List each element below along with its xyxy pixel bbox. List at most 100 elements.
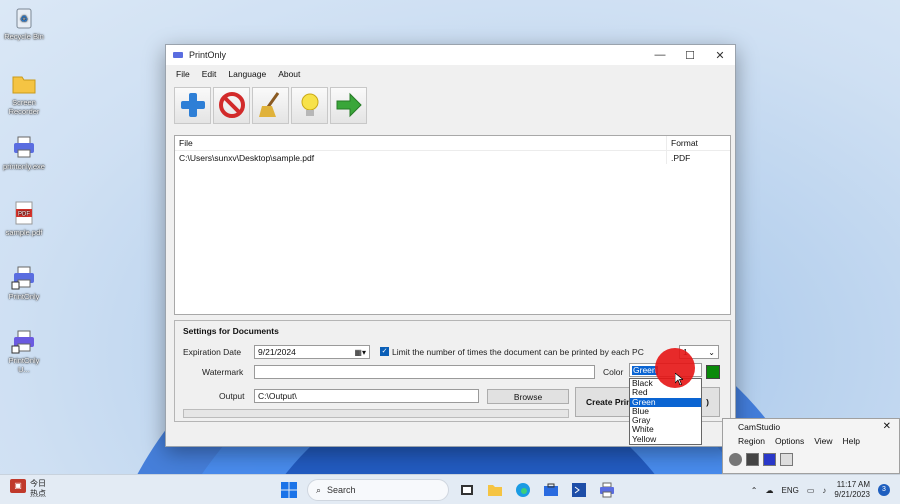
watermark-label: Watermark [202, 367, 244, 377]
clear-button[interactable] [252, 86, 289, 124]
desktop-icon-label: Screen Recorder [8, 98, 40, 116]
column-file[interactable]: File [175, 138, 666, 148]
language-indicator[interactable]: ENG [782, 486, 799, 495]
close-button[interactable]: ✕ [705, 45, 735, 65]
svg-text:PDF: PDF [18, 212, 30, 218]
folder-icon [12, 76, 36, 94]
color-label: Color [603, 367, 624, 377]
menu-language[interactable]: Language [222, 69, 272, 79]
plus-icon [180, 93, 205, 117]
annotate-icon[interactable] [780, 453, 793, 466]
desktop-icon-label: PrintOnly U... [8, 356, 40, 374]
clock[interactable]: 11:17 AM 9/21/2023 [834, 480, 870, 500]
tips-button[interactable] [291, 86, 328, 124]
file-explorer-icon[interactable] [485, 480, 505, 500]
file-list[interactable]: File Format C:\Users\sunxv\Desktop\sampl… [174, 135, 731, 315]
expiration-label: Expiration Date [183, 347, 242, 357]
maximize-button[interactable]: ☐ [675, 45, 705, 65]
weather-icon: ▣ [10, 479, 26, 493]
store-icon[interactable] [541, 480, 561, 500]
calendar-dropdown-icon[interactable]: ▦▾ [354, 348, 366, 357]
desktop-icon-label: PrintOnly [8, 292, 40, 301]
lightbulb-icon [301, 93, 318, 116]
window-title: PrintOnly [189, 50, 227, 60]
output-path-input[interactable]: C:\Output\ [254, 389, 479, 403]
desktop-icon-sample-pdf[interactable]: PDF sample.pdf [2, 200, 46, 237]
color-select-value: Green [632, 365, 658, 375]
menu-file[interactable]: File [170, 69, 196, 79]
taskbar-search[interactable]: ⌕ Search [307, 479, 449, 501]
taskbar-center: ⌕ Search [279, 479, 617, 501]
printer-shortcut-icon [11, 330, 34, 354]
desktop-icon-label: sample.pdf [5, 228, 43, 237]
desktop-icon-label: printonly.exe [3, 162, 45, 171]
search-icon: ⌕ [316, 484, 322, 495]
output-label: Output [219, 391, 245, 401]
recycle-bin-icon: ♻ [16, 8, 32, 29]
go-button[interactable] [330, 86, 367, 124]
vscode-icon[interactable] [569, 480, 589, 500]
weather-widget[interactable]: ▣ 今日 热点 [10, 479, 46, 499]
pause-icon[interactable] [746, 453, 759, 466]
menu-about[interactable]: About [272, 69, 306, 79]
watermark-input[interactable] [254, 365, 595, 379]
camstudio-close-icon[interactable]: ✕ [883, 421, 891, 432]
mouse-cursor-icon [675, 373, 683, 385]
onedrive-icon[interactable]: ☁ [766, 486, 774, 495]
chevron-down-icon: ⌄ [708, 347, 715, 357]
taskbar: ▣ 今日 热点 ⌕ Search ⌃ ☁ ENG ▭ ♪ 11:17 AM 9/… [0, 474, 900, 504]
desktop-icon-recycle-bin[interactable]: ♻ Recycle Bin [2, 4, 46, 41]
expiration-date-picker[interactable]: 9/21/2024 ▦▾ [254, 345, 370, 359]
desktop-icon-printonly[interactable]: PrintOnly [2, 264, 46, 301]
desktop-icon-printonly-exe[interactable]: printonly.exe [2, 134, 46, 171]
camstudio-menu-view[interactable]: View [814, 436, 832, 446]
network-icon[interactable]: ▭ [807, 486, 815, 495]
menu-edit[interactable]: Edit [196, 69, 223, 79]
printer-shortcut-icon [11, 266, 34, 290]
color-option-yellow[interactable]: Yellow [630, 434, 701, 444]
camstudio-toolbar [723, 453, 899, 466]
create-button-label: Create Prin [586, 397, 632, 407]
system-tray: ⌃ ☁ ENG ▭ ♪ 11:17 AM 9/21/2023 3 [751, 480, 890, 500]
printonly-taskbar-icon[interactable] [597, 480, 617, 500]
minimize-button[interactable]: — [645, 45, 675, 65]
clock-date: 9/21/2023 [834, 490, 870, 499]
output-path-value: C:\Output\ [258, 391, 297, 401]
edge-browser-icon[interactable] [513, 480, 533, 500]
weather-desc: 热点 [30, 489, 46, 498]
browse-button[interactable]: Browse [487, 389, 569, 404]
weather-temp: 今日 [30, 479, 46, 488]
printer-icon [14, 136, 34, 158]
camstudio-menu-help[interactable]: Help [843, 436, 860, 446]
desktop-icon-screen-recorder[interactable]: Screen Recorder [2, 70, 46, 116]
camstudio-menu-region[interactable]: Region [738, 436, 765, 446]
color-swatch [706, 365, 720, 379]
forbidden-icon [218, 92, 245, 118]
add-button[interactable] [174, 86, 211, 124]
start-button[interactable] [279, 480, 299, 500]
color-dropdown-list: Black Red Green Blue Gray White Yellow [629, 378, 702, 445]
record-icon[interactable] [729, 453, 742, 466]
column-format[interactable]: Format [666, 136, 730, 150]
limit-checkbox[interactable]: ✓ [380, 347, 389, 356]
title-bar[interactable]: PrintOnly — ☐ ✕ [166, 45, 735, 65]
progress-bar [183, 409, 569, 418]
expiration-date-value: 9/21/2024 [258, 347, 296, 357]
chevron-up-icon[interactable]: ⌃ [751, 486, 758, 495]
pdf-icon: PDF [15, 201, 33, 225]
notification-badge[interactable]: 3 [878, 484, 890, 496]
file-format: .PDF [666, 151, 730, 164]
svg-text:♻: ♻ [20, 14, 28, 24]
task-view-icon[interactable] [457, 480, 477, 500]
clock-time: 11:17 AM [836, 480, 870, 489]
volume-icon[interactable]: ♪ [822, 486, 826, 495]
camstudio-menu: Region Options View Help [723, 434, 899, 448]
desktop-icon-printonly-u[interactable]: PrintOnly U... [2, 328, 46, 374]
file-list-header: File Format [175, 136, 730, 151]
file-row[interactable]: C:\Users\sunxv\Desktop\sample.pdf .PDF [175, 151, 730, 164]
arrow-right-icon [336, 92, 362, 118]
remove-button[interactable] [213, 86, 250, 124]
limit-label: Limit the number of times the document c… [392, 347, 644, 357]
stop-icon[interactable] [763, 453, 776, 466]
camstudio-menu-options[interactable]: Options [775, 436, 804, 446]
